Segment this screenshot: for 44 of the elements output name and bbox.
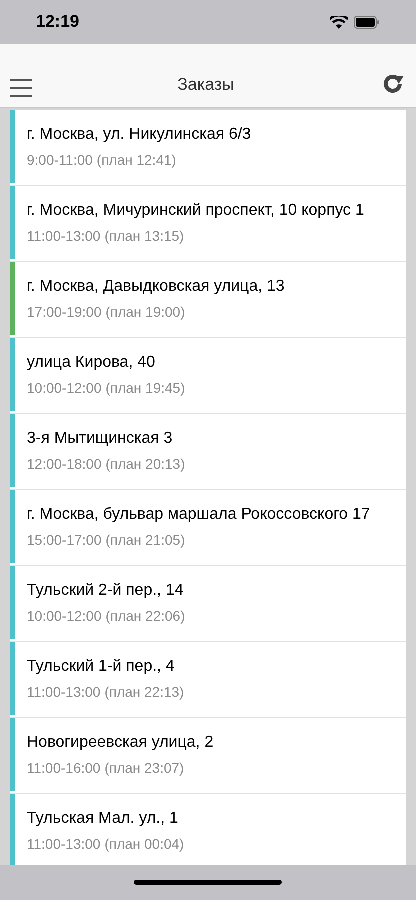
order-row[interactable]: г. Москва, бульвар маршала Рокоссовского 17 15:00-17:00 (план 21:05)	[10, 490, 406, 566]
battery-icon	[354, 16, 380, 28]
order-row[interactable]: Новогиреевская улица, 2 11:00-16:00 (план 23:07)	[10, 718, 406, 794]
delivery-window: 10:00-12:00	[27, 606, 102, 626]
menu-button[interactable]	[10, 79, 32, 97]
order-row[interactable]: г. Москва, Давыдковская улица, 13 17:00-19:00 (план 19:00)	[10, 262, 406, 338]
delivery-window: 11:00-16:00	[27, 758, 101, 778]
order-address: улица Кирова, 40	[27, 352, 156, 372]
order-address: Тульский 1-й пер., 4	[27, 656, 176, 676]
order-address: г. Москва, бульвар маршала Рокоссовского 17	[27, 504, 370, 524]
planned-time: (план 00:04)	[104, 834, 184, 854]
delivery-window: 11:00-13:00	[27, 226, 101, 246]
order-row[interactable]: улица Кирова, 40 10:00-12:00 (план 19:45)	[10, 338, 406, 414]
delivery-window: 10:00-12:00	[27, 378, 102, 398]
delivery-window: 15:00-17:00	[27, 530, 102, 550]
planned-time: (план 20:13)	[106, 454, 186, 474]
delivery-window: 12:00-18:00	[27, 454, 102, 474]
order-row[interactable]: г. Москва, Мичуринский проспект, 10 корпус 1 11:00-13:00 (план 13:15)	[10, 186, 406, 262]
order-row[interactable]: 3-я Мытищинская 3 12:00-18:00 (план 20:13)	[10, 414, 406, 490]
order-address: г. Москва, ул. Никулинская 6/3	[27, 124, 252, 144]
planned-time: (план 19:00)	[106, 302, 186, 322]
order-address: г. Москва, Давыдковская улица, 13	[27, 276, 285, 296]
order-address: Новогиреевская улица, 2	[27, 732, 214, 752]
planned-time: (план 22:06)	[106, 606, 186, 626]
wifi-icon	[330, 16, 348, 28]
status-time: 12:19	[36, 11, 80, 34]
delivery-window: 9:00-11:00	[27, 150, 93, 170]
order-address: 3-я Мытищинская 3	[27, 428, 174, 448]
delivery-window: 11:00-13:00	[27, 834, 101, 854]
planned-time: (план 23:07)	[104, 758, 184, 778]
order-row[interactable]: Тульский 1-й пер., 4 11:00-13:00 (план 22:13)	[10, 642, 406, 718]
order-address: Тульская Мал. ул., 1	[27, 808, 180, 828]
header-title: Заказы	[178, 74, 234, 96]
order-address: Тульский 2-й пер., 14	[27, 580, 185, 600]
planned-time: (план 19:45)	[106, 378, 186, 398]
delivery-window: 17:00-19:00	[27, 302, 102, 322]
planned-time: (план 13:15)	[104, 226, 184, 246]
planned-time: (план 21:05)	[106, 530, 186, 550]
planned-time: (план 22:13)	[104, 682, 184, 702]
order-row[interactable]: Тульский 2-й пер., 14 10:00-12:00 (план 22:06)	[10, 566, 406, 642]
order-address: г. Москва, Мичуринский проспект, 10 корпус 1	[27, 200, 364, 220]
order-row[interactable]: г. Москва, ул. Никулинская 6/3 9:00-11:00 (план 12:41)	[10, 110, 406, 186]
planned-time: (план 12:41)	[96, 150, 176, 170]
delivery-window: 11:00-13:00	[27, 682, 101, 702]
